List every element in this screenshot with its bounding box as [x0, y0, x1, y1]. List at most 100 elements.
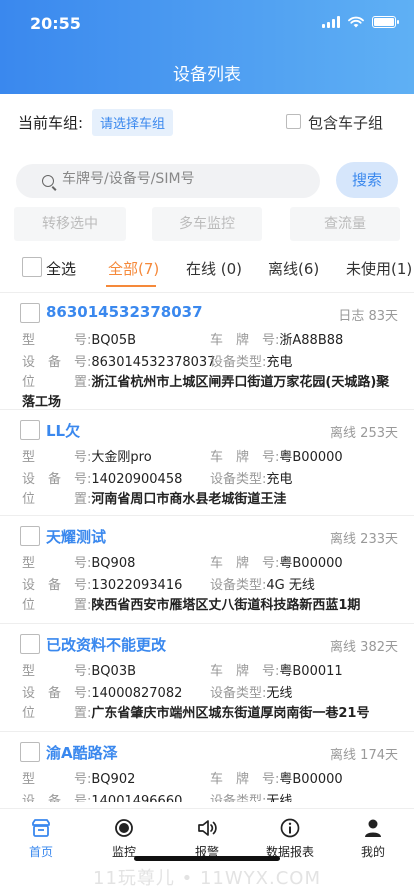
model-value: BQ902 — [91, 772, 136, 787]
position-label: 位 置: — [22, 598, 92, 613]
device-no-field: 设 备 号:863014532378037 — [22, 351, 215, 370]
plate-value: 粤B00000 — [279, 450, 343, 465]
device-status: 日志 83天 — [338, 309, 398, 324]
model-label: 型 号: — [22, 664, 92, 679]
device-card[interactable]: 863014532378037 日志 83天 型 号:BQ05B 车 牌 号:浙… — [0, 293, 414, 410]
tabbar-report[interactable]: 数据报表 — [249, 817, 331, 860]
device-status: 离线 174天 — [330, 748, 398, 763]
device-no-field: 设 备 号:14001496660 — [22, 790, 182, 802]
device-no-value: 14001496660 — [91, 794, 183, 802]
plate-value: 粤B00000 — [279, 556, 343, 571]
device-status: 离线 382天 — [330, 640, 398, 655]
tabbar-home[interactable]: 首页 — [0, 817, 82, 860]
plate-field: 车 牌 号:粤B00000 — [210, 446, 343, 465]
model-label: 型 号: — [22, 333, 92, 348]
device-status: 离线 253天 — [330, 426, 398, 441]
device-no-field: 设 备 号:13022093416 — [22, 574, 182, 593]
tabbar-monitor-label: 监控 — [111, 845, 136, 859]
tab-all[interactable]: 全部(7) — [108, 258, 159, 279]
device-no-label: 设 备 号: — [22, 794, 92, 802]
device-card[interactable]: LL欠 离线 253天 型 号:大金刚pro 车 牌 号:粤B00000 设 备… — [0, 410, 414, 516]
model-value: BQ03B — [91, 664, 137, 679]
model-label: 型 号: — [22, 556, 92, 571]
device-no-value: 13022093416 — [91, 578, 183, 593]
device-card[interactable]: 渝A酷路泽 离线 174天 型 号:BQ902 车 牌 号:粤B00000 设 … — [0, 732, 414, 802]
device-model-field: 型 号:BQ902 — [22, 768, 135, 787]
device-type-value: 无线 — [266, 686, 293, 701]
user-icon — [365, 819, 381, 837]
plate-label: 车 牌 号: — [210, 333, 280, 348]
vehicle-group-row: 当前车组: 请选择车组 包含车子组 — [0, 104, 414, 140]
include-subgroup-label[interactable]: 包含车子组 — [308, 112, 383, 133]
device-checkbox[interactable] — [20, 742, 40, 762]
device-type-label: 设备类型: — [210, 578, 267, 593]
device-status: 离线 233天 — [330, 532, 398, 547]
tabbar-mine-label: 我的 — [360, 845, 385, 859]
multi-vehicle-monitor-button[interactable]: 多车监控 — [152, 207, 262, 241]
vehicle-group-select[interactable]: 请选择车组 — [92, 109, 174, 136]
plate-value: 浙A88B88 — [279, 333, 344, 348]
device-model-field: 型 号:BQ05B — [22, 329, 136, 348]
search-input[interactable] — [62, 171, 322, 187]
select-all-checkbox[interactable] — [22, 257, 42, 277]
transfer-selected-button[interactable]: 转移选中 — [14, 207, 126, 241]
status-tabs: 全选 全部(7) 在线 (0) 离线(6) 未使用(1) — [0, 248, 414, 288]
tabbar-monitor[interactable]: 监控 — [83, 817, 165, 860]
device-title[interactable]: 天耀测试 — [46, 526, 106, 547]
device-title[interactable]: LL欠 — [46, 420, 80, 441]
position-value: 陕西省西安市雁塔区丈八街道科技路新西蓝1期 — [91, 598, 361, 613]
plate-label: 车 牌 号: — [210, 772, 280, 787]
device-type-field: 设备类型:充电 — [210, 351, 292, 370]
device-no-label: 设 备 号: — [22, 686, 92, 701]
status-icons — [322, 16, 399, 28]
device-no-value: 863014532378037 — [91, 355, 216, 370]
position-value: 广东省肇庆市端州区城东街道厚岗南街一巷21号 — [91, 706, 370, 721]
device-type-field: 设备类型:无线 — [210, 682, 292, 701]
device-type-label: 设备类型: — [210, 686, 267, 701]
device-type-field: 设备类型:充电 — [210, 468, 292, 487]
device-type-value: 充电 — [266, 355, 293, 370]
tab-online[interactable]: 在线 (0) — [186, 258, 242, 279]
device-no-value: 14020900458 — [91, 472, 183, 487]
check-traffic-button[interactable]: 查流量 — [290, 207, 400, 241]
tab-offline[interactable]: 离线(6) — [268, 258, 319, 279]
tabbar-mine[interactable]: 我的 — [332, 817, 414, 860]
battery-icon — [372, 16, 399, 28]
device-title[interactable]: 已改资料不能更改 — [46, 634, 166, 655]
position-value: 河南省周口市商水县老城街道王洼 — [91, 492, 287, 507]
device-checkbox[interactable] — [20, 634, 40, 654]
device-type-label: 设备类型: — [210, 794, 267, 802]
status-time: 20:55 — [30, 14, 81, 33]
device-type-value: 4G 无线 — [266, 578, 315, 593]
tabbar-alarm[interactable]: 报警 — [166, 817, 248, 860]
search-button[interactable]: 搜索 — [336, 162, 398, 198]
home-icon — [32, 819, 50, 837]
device-type-label: 设备类型: — [210, 355, 267, 370]
device-title[interactable]: 863014532378037 — [46, 303, 203, 321]
plate-field: 车 牌 号:粤B00000 — [210, 768, 343, 787]
include-subgroup-checkbox[interactable] — [286, 114, 301, 129]
device-card[interactable]: 已改资料不能更改 离线 382天 型 号:BQ03B 车 牌 号:粤B00011… — [0, 624, 414, 732]
device-checkbox[interactable] — [20, 303, 40, 323]
device-title[interactable]: 渝A酷路泽 — [46, 742, 118, 763]
device-type-value: 充电 — [266, 472, 293, 487]
device-card[interactable]: 天耀测试 离线 233天 型 号:BQ908 车 牌 号:粤B00000 设 备… — [0, 516, 414, 624]
model-label: 型 号: — [22, 450, 92, 465]
device-no-label: 设 备 号: — [22, 355, 92, 370]
alarm-icon — [198, 820, 217, 836]
search-box[interactable] — [16, 164, 322, 198]
device-no-label: 设 备 号: — [22, 472, 92, 487]
device-no-value: 14000827082 — [91, 686, 183, 701]
action-row: 转移选中 多车监控 查流量 — [0, 207, 414, 241]
device-no-field: 设 备 号:14000827082 — [22, 682, 182, 701]
tab-unused[interactable]: 未使用(1) — [346, 258, 412, 279]
device-list[interactable]: 863014532378037 日志 83天 型 号:BQ05B 车 牌 号:浙… — [0, 292, 414, 802]
model-value: BQ05B — [91, 333, 137, 348]
plate-field: 车 牌 号:粤B00000 — [210, 552, 343, 571]
select-all-label[interactable]: 全选 — [46, 258, 76, 279]
device-type-field: 设备类型:无线 — [210, 790, 292, 802]
plate-label: 车 牌 号: — [210, 556, 280, 571]
device-checkbox[interactable] — [20, 420, 40, 440]
report-icon — [280, 818, 300, 838]
device-checkbox[interactable] — [20, 526, 40, 546]
